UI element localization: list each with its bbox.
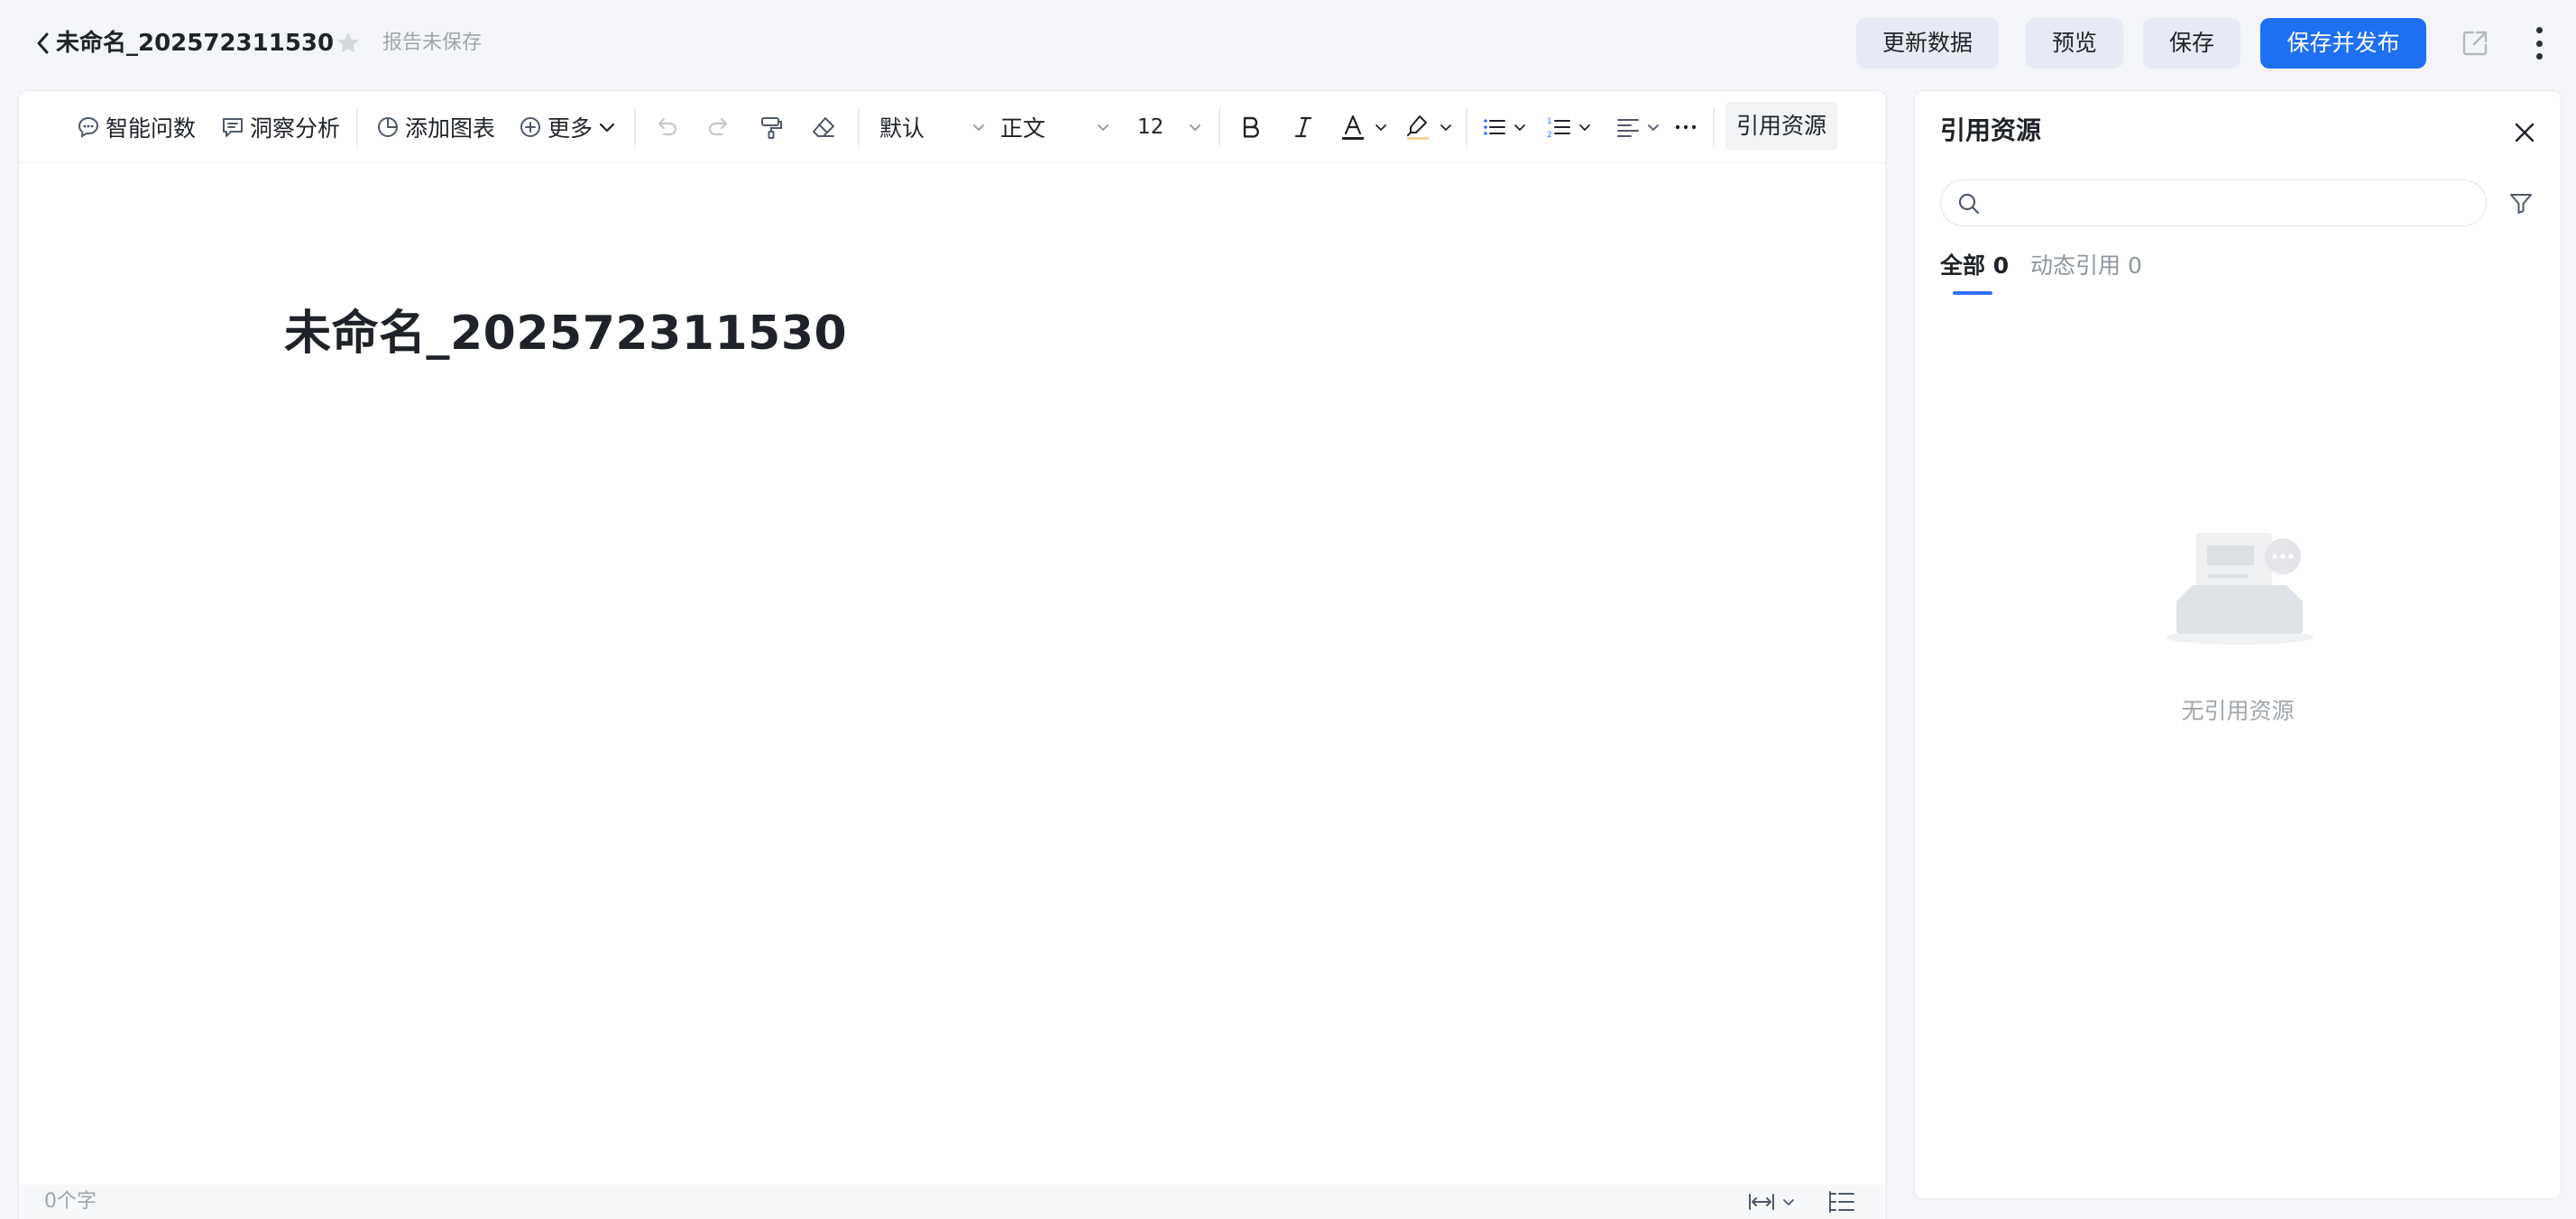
smart-ask-button[interactable]: 智能问数 [75,109,196,145]
bold-icon [1243,116,1259,138]
chevron-down-icon [1648,124,1659,132]
editor-panel: 智能问数 洞察分析 添加图表 更多 默认 正文 12 1 2 引用资源 未命名_… [18,90,1887,1219]
highlight-color-button[interactable] [1403,109,1455,145]
page-width-toggle[interactable] [1747,1188,1801,1215]
preview-button[interactable]: 预览 [2026,18,2123,69]
chevron-down-icon [1190,124,1201,132]
chevron-down-icon [1375,124,1386,132]
toolbar-divider [634,107,636,147]
empty-state-text: 无引用资源 [2181,698,2295,724]
report-editor-page: 未命名_202572311530 报告未保存 更新数据 预览 保存 保存并发布 … [0,0,2576,1219]
redo-button[interactable] [701,109,737,145]
more-vertical-icon[interactable] [2525,25,2553,61]
save-and-publish-button[interactable]: 保存并发布 [2260,18,2426,69]
reference-search-input[interactable] [1990,186,2468,220]
more-horizontal-icon [1675,124,1697,130]
document-heading[interactable]: 未命名_202572311530 [284,295,847,362]
numbered-list-button[interactable]: 12 [1545,109,1594,145]
status-bar: 0个字 [19,1185,1886,1219]
chevron-down-icon [1440,124,1451,132]
more-insert-button[interactable]: 更多 [517,109,618,145]
close-icon[interactable] [2508,116,2541,149]
numbered-list-icon: 12 [1547,117,1570,140]
reference-panel: 引用资源 全部 0 动态引用 0 无引用资源 [1914,90,2562,1199]
undo-button[interactable] [649,109,685,145]
search-icon [1958,193,1980,215]
toolbar-divider [1713,107,1715,147]
add-chart-label: 添加图表 [405,115,496,142]
clear-format-button[interactable] [805,109,842,145]
report-title[interactable]: 未命名_202572311530 [56,27,334,60]
toolbar-divider [858,107,860,147]
insight-analysis-button[interactable]: 洞察分析 [219,109,340,145]
paragraph-style-value: 正文 [1000,115,1046,142]
chevron-down-icon [1783,1199,1794,1206]
word-count: 0个字 [44,1190,97,1213]
expand-width-icon [1749,1194,1774,1210]
text-align-button[interactable] [1614,109,1662,145]
tab-all[interactable]: 全部 0 [1940,250,2009,282]
font-color-icon [1342,115,1364,140]
chevron-down-icon [1514,124,1525,132]
top-bar: 未命名_202572311530 报告未保存 更新数据 预览 保存 保存并发布 [0,0,2576,87]
chevron-down-icon [1098,124,1109,132]
svg-text:1: 1 [1547,117,1552,126]
chevron-down-icon [973,124,984,132]
svg-text:2: 2 [1547,131,1552,140]
italic-icon [1294,116,1312,138]
tab-dynamic-reference[interactable]: 动态引用 0 [2030,250,2142,282]
outline-icon[interactable] [1826,1188,1857,1215]
refresh-data-button[interactable]: 更新数据 [1856,18,1999,69]
share-external-icon[interactable] [2459,27,2491,60]
italic-button[interactable] [1285,109,1321,145]
font-size-value: 12 [1137,115,1164,139]
font-size-select[interactable]: 12 [1119,109,1204,145]
plus-circle-icon [520,117,540,137]
redo-icon [708,117,728,136]
reference-panel-title: 引用资源 [1940,115,2042,145]
empty-inbox-icon [2166,533,2314,645]
add-chart-button[interactable]: 添加图表 [374,109,495,145]
reference-search-box[interactable] [1940,179,2487,226]
filter-icon[interactable] [2507,188,2535,217]
align-left-icon [1617,119,1639,137]
font-family-value: 默认 [879,115,925,142]
font-family-select[interactable]: 默认 [879,109,988,145]
format-painter-button[interactable] [753,109,789,145]
eraser-icon [813,117,834,137]
reference-resource-button[interactable]: 引用资源 [1725,102,1837,151]
bullet-list-button[interactable] [1480,109,1529,145]
bold-button[interactable] [1233,109,1269,145]
highlighter-icon [1407,115,1429,140]
toolbar-divider [356,107,358,147]
font-color-button[interactable] [1338,109,1390,145]
chevron-left-icon [37,32,49,54]
insight-analysis-label: 洞察分析 [250,115,341,142]
toolbar-divider [1466,107,1467,147]
chevron-down-icon [1579,124,1590,132]
undo-icon [658,117,677,136]
star-icon[interactable] [334,29,363,58]
save-status-text: 报告未保存 [382,32,483,54]
comment-icon [223,118,243,137]
pie-chart-icon [378,117,398,137]
save-button[interactable]: 保存 [2143,18,2240,69]
more-tools-button[interactable] [1668,109,1704,145]
more-insert-label: 更多 [547,115,593,142]
toolbar-divider [1219,107,1220,147]
smart-ask-label: 智能问数 [106,115,197,142]
paragraph-style-select[interactable]: 正文 [1000,109,1112,145]
chat-bubble-icon [78,116,99,138]
bullet-list-icon [1484,119,1505,135]
editor-toolbar: 智能问数 洞察分析 添加图表 更多 默认 正文 12 1 2 引用资源 [19,91,1886,163]
active-tab-indicator [1953,291,1992,295]
back-button[interactable] [27,27,60,60]
paint-roller-icon [761,117,782,139]
chevron-down-icon [599,123,615,133]
